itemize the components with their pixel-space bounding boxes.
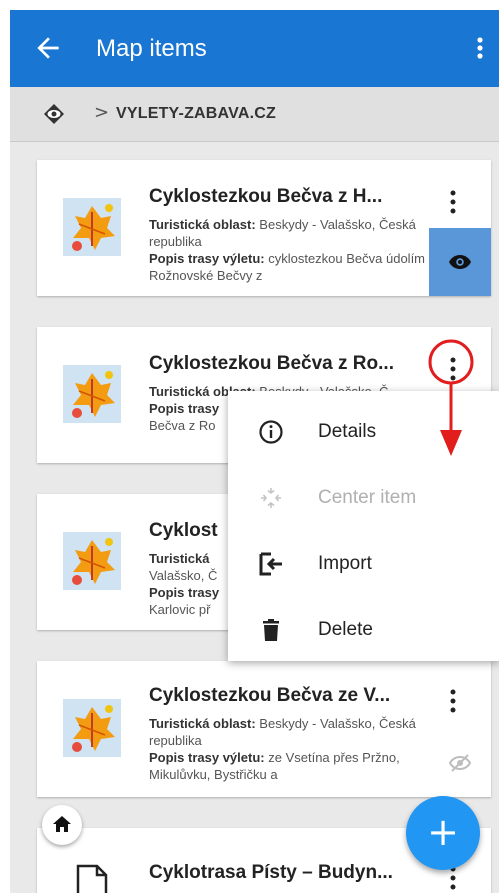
- page-title: Map items: [96, 35, 207, 62]
- item-title: Cyklostezkou Bečva z Ro...: [149, 353, 394, 374]
- menu-item-label: Import: [318, 553, 372, 574]
- visibility-toggle[interactable]: [429, 228, 491, 296]
- menu-item-import[interactable]: Import: [228, 531, 499, 597]
- add-button[interactable]: +: [406, 796, 480, 870]
- more-vert-icon[interactable]: [445, 687, 461, 717]
- area-label: Turistická: [149, 551, 210, 566]
- more-vert-icon[interactable]: [445, 355, 461, 385]
- route-label: Popis trasy výletu:: [149, 251, 265, 266]
- leaf-thumbnail-icon: [63, 532, 121, 590]
- menu-item-label: Details: [318, 421, 377, 442]
- app-bar: Map items: [10, 10, 499, 87]
- item-title: Cyklotrasa Písty – Budyn...: [149, 862, 393, 883]
- menu-item-label: Delete: [318, 619, 373, 640]
- list-item[interactable]: Cyklostezkou Bečva z H... Turistická obl…: [37, 160, 491, 296]
- home-button[interactable]: [42, 805, 82, 845]
- breadcrumb: > VYLETY-ZABAVA.CZ: [10, 87, 499, 142]
- route-label: Popis trasy: [149, 401, 220, 416]
- route-value: Karlovic př: [149, 602, 211, 617]
- route-label: Popis trasy výletu:: [149, 750, 265, 765]
- center-focus-icon: [261, 488, 281, 508]
- more-vert-icon[interactable]: [468, 32, 492, 64]
- area-value: Valašsko, Č: [149, 568, 218, 583]
- item-description: Turistická oblast: Beskydy - Valašsko, Č…: [149, 216, 429, 284]
- info-icon: [259, 420, 283, 444]
- leaf-thumbnail-icon: [63, 198, 121, 256]
- menu-item-center[interactable]: Center item: [228, 465, 499, 531]
- import-icon: [259, 552, 282, 576]
- visibility-toggle[interactable]: [429, 729, 491, 797]
- item-context-menu: Details Center item Import Delete: [228, 391, 499, 661]
- menu-item-details[interactable]: Details: [228, 399, 499, 465]
- breadcrumb-separator: >: [94, 102, 110, 123]
- area-label: Turistická oblast:: [149, 716, 256, 731]
- leaf-thumbnail-icon: [63, 699, 121, 757]
- file-icon: [76, 864, 108, 893]
- more-vert-icon[interactable]: [445, 188, 461, 218]
- eye-icon: [449, 255, 471, 269]
- home-icon: [53, 816, 71, 832]
- menu-item-delete[interactable]: Delete: [228, 597, 499, 663]
- item-description: Turistická oblast: Beskydy - Valašsko, Č…: [149, 715, 429, 783]
- area-label: Turistická oblast:: [149, 217, 256, 232]
- route-label: Popis trasy: [149, 585, 220, 600]
- menu-item-label: Center item: [318, 487, 417, 508]
- item-title: Cyklostezkou Bečva ze V...: [149, 685, 391, 706]
- app-screen: Map items > VYLETY-ZABAVA.CZ Cyklostezko…: [10, 10, 499, 893]
- breadcrumb-folder[interactable]: VYLETY-ZABAVA.CZ: [116, 105, 276, 123]
- route-value: Bečva z Ro: [149, 418, 216, 433]
- leaf-thumbnail-icon: [63, 365, 121, 423]
- list-item[interactable]: Cyklostezkou Bečva ze V... Turistická ob…: [37, 661, 491, 797]
- trash-icon: [263, 619, 279, 641]
- arrow-back-icon[interactable]: [32, 32, 64, 64]
- add-icon: +: [427, 810, 459, 854]
- eye-layers-icon[interactable]: [42, 102, 66, 126]
- item-title: Cyklostezkou Bečva z H...: [149, 186, 383, 207]
- eye-off-icon: [448, 754, 472, 772]
